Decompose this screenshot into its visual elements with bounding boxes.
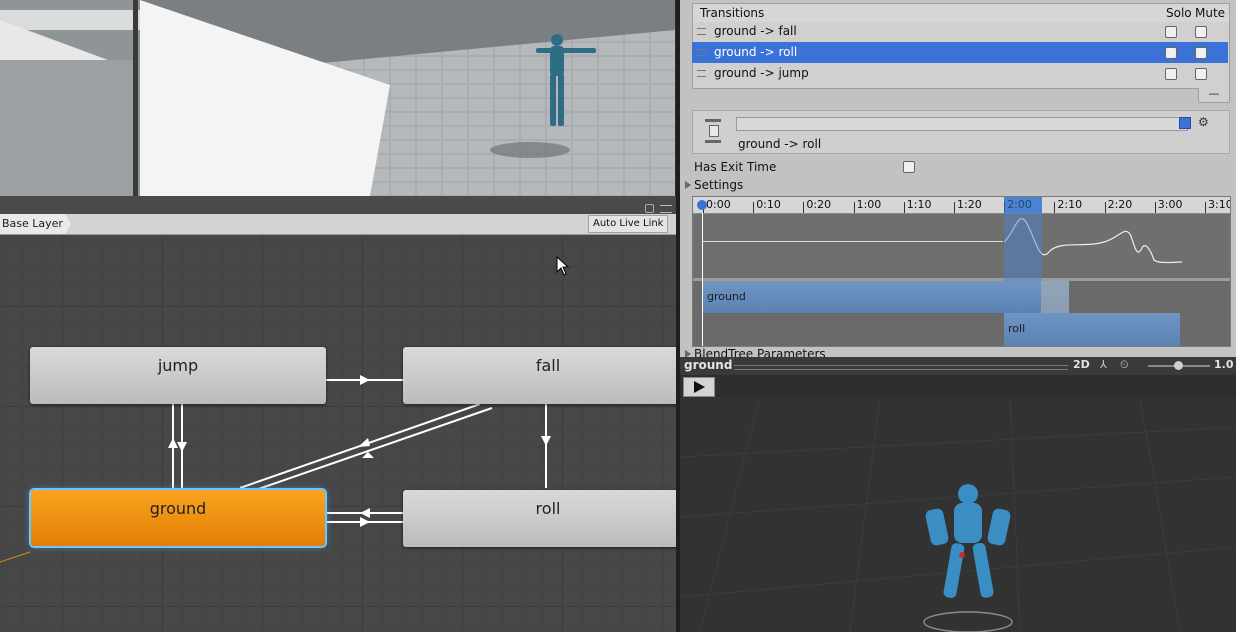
ruler-tick-label: 3:00 (1157, 198, 1183, 211)
transition-label: ground -> jump (714, 66, 809, 80)
remove-transition-button[interactable]: — (1198, 88, 1230, 103)
mute-checkbox[interactable] (1195, 26, 1207, 38)
drag-bar[interactable] (734, 365, 1068, 370)
ruler-tick-label: 2:10 (1057, 198, 1083, 211)
scene-render (0, 0, 675, 196)
transition-row[interactable]: ground -> jump (692, 63, 1228, 84)
scene-view[interactable] (0, 0, 675, 196)
transition-title: ground -> roll (738, 137, 822, 151)
transition-name-field[interactable] (736, 117, 1188, 131)
state-label: ground (149, 499, 207, 518)
transition-header: ⚙ ground -> roll (692, 110, 1230, 154)
2d-toggle[interactable]: 2D (1073, 358, 1090, 371)
state-label: fall (535, 356, 561, 375)
ruler-tick (903, 202, 905, 213)
state-label: jump (157, 356, 199, 375)
transition-label: ground -> roll (714, 45, 798, 59)
play-button[interactable] (683, 377, 715, 397)
blendtree-parameters-foldout[interactable]: BlendTree Parameters (694, 347, 826, 357)
ruler-tick-label: 0:00 (706, 198, 731, 211)
ruler-tick (753, 202, 755, 213)
drag-handle-icon[interactable] (697, 49, 706, 56)
transition-timeline[interactable]: 0:00 0:10 0:20 1:00 1:10 1:20 2:00 2:10 2:20 3:00… (692, 196, 1231, 347)
state-ground[interactable]: ground (31, 490, 325, 546)
ruler-tick-label: 2:20 (1107, 198, 1133, 211)
preview-render (680, 397, 1236, 632)
ruler-tick (954, 202, 955, 213)
playhead[interactable] (702, 213, 703, 346)
ruler-tick (1205, 202, 1206, 213)
preview-controls (680, 375, 1236, 398)
transition-arrows (0, 375, 551, 563)
transitions-header: Transitions Solo Mute (692, 3, 1230, 23)
solo-column-label: Solo (1166, 6, 1192, 20)
state-jump[interactable]: jump (30, 347, 326, 404)
mouse-cursor-icon (556, 256, 570, 276)
ruler-tick (803, 202, 805, 213)
drag-handle-icon[interactable] (697, 70, 706, 77)
drag-handle-icon[interactable] (697, 28, 706, 35)
transition-row-selected[interactable]: ground -> roll (692, 42, 1228, 63)
has-exit-time-checkbox[interactable] (903, 161, 915, 173)
speed-value: 1.0 (1214, 358, 1234, 371)
speed-icon[interactable]: ⏲ (1120, 358, 1129, 372)
pivot-icon[interactable]: ⅄ (1100, 358, 1107, 371)
ruler-tick (1104, 202, 1106, 213)
settings-foldout[interactable]: Settings (694, 178, 743, 192)
expand-arrow-icon[interactable] (685, 350, 691, 357)
ruler-tick (1054, 202, 1056, 213)
mute-column-label: Mute (1195, 6, 1226, 20)
has-exit-time-label: Has Exit Time (694, 160, 777, 174)
solo-checkbox[interactable] (1165, 26, 1177, 38)
play-icon (694, 381, 705, 393)
solo-checkbox[interactable] (1165, 47, 1177, 59)
playhead-marker-icon[interactable] (697, 200, 707, 210)
state-label: roll (535, 499, 561, 518)
timeline-ruler: 0:00 0:10 0:20 1:00 1:10 1:20 2:00 2:10 2:20 3:00… (693, 197, 1230, 214)
source-clip-label: ground (707, 290, 746, 303)
expand-arrow-icon[interactable] (685, 181, 691, 189)
speed-slider-thumb[interactable] (1174, 361, 1183, 370)
dest-clip[interactable]: roll (1004, 313, 1180, 346)
transition-label: ground -> fall (714, 24, 797, 38)
mute-checkbox[interactable] (1195, 68, 1207, 80)
state-roll[interactable]: roll (403, 490, 677, 547)
ruler-tick-label: 1:00 (856, 198, 882, 211)
ruler-tick-label: 0:10 (756, 198, 781, 211)
animator-graph[interactable]: Base Layer Auto Live Link jump fall grou… (0, 196, 677, 632)
ruler-tick (853, 202, 855, 213)
solo-checkbox[interactable] (1165, 68, 1177, 80)
mute-checkbox[interactable] (1195, 47, 1207, 59)
preview-character (925, 484, 1011, 598)
gear-icon[interactable]: ⚙ (1198, 115, 1209, 129)
ruler-tick-label: 3:10 (1208, 198, 1231, 211)
ruler-tick (1154, 202, 1156, 213)
preview-clip-name: ground (684, 358, 733, 372)
inspector-panel: Transitions Solo Mute ground -> fall gro… (680, 0, 1236, 357)
dest-clip-label: roll (1008, 322, 1026, 335)
curve-area (693, 214, 1230, 278)
transition-icon (705, 117, 721, 145)
ruler-tick-label: 1:10 (906, 198, 932, 211)
state-fall[interactable]: fall (403, 347, 677, 404)
book-icon[interactable] (1179, 117, 1191, 129)
preview-viewport[interactable] (680, 397, 1236, 632)
preview-toolbar: ground 2D ⅄ ⏲ 1.0 (680, 357, 1236, 375)
source-clip[interactable]: ground (703, 281, 1069, 313)
transition-row[interactable]: ground -> fall (692, 21, 1228, 42)
ruler-tick-label: 1:20 (957, 198, 982, 211)
transitions-title: Transitions (700, 6, 765, 20)
ruler-tick-label: 0:20 (806, 198, 832, 211)
